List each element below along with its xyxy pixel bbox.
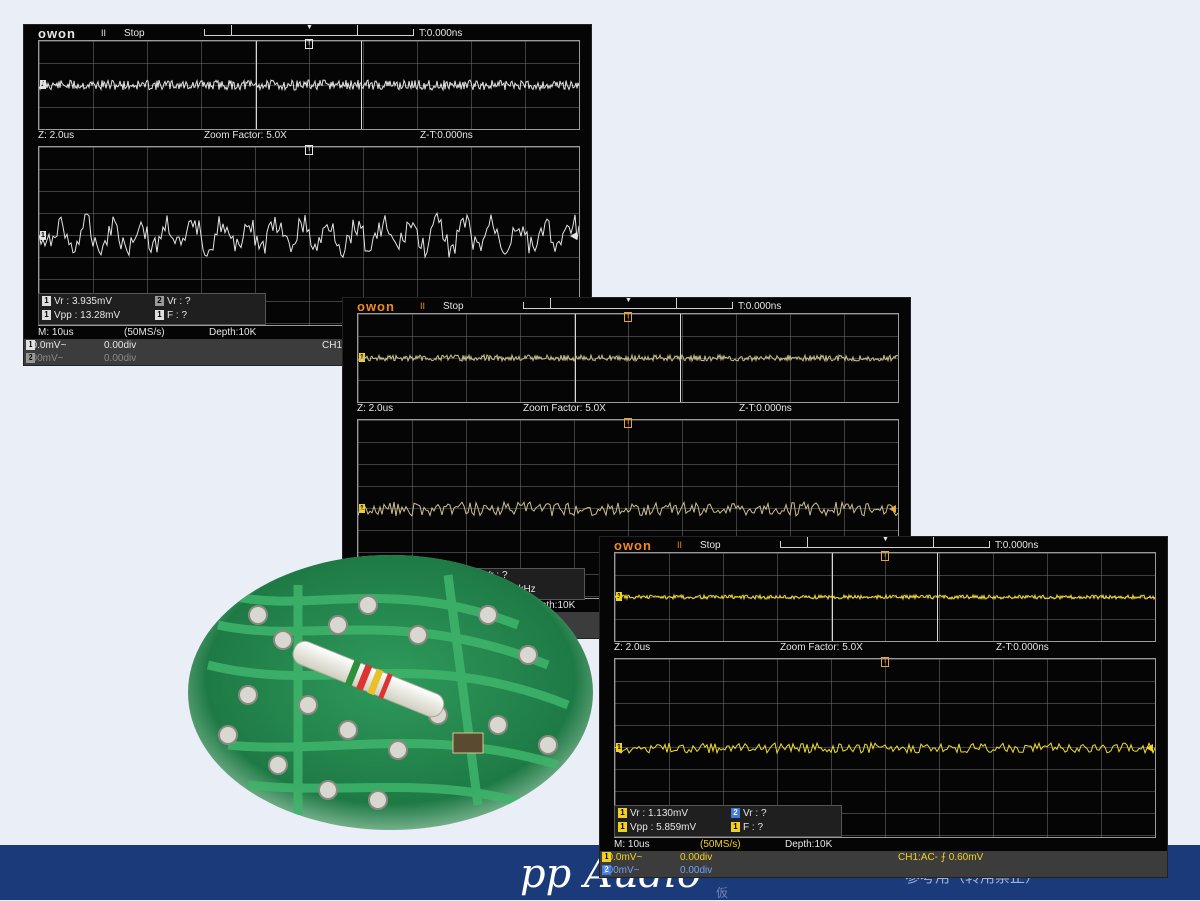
trigger-position-icon: ▼ [625, 298, 632, 304]
signal-path [615, 741, 1155, 755]
run-status: Stop [443, 301, 464, 312]
zoom-trigger-time: Z-T:0.000ns [739, 403, 792, 414]
pcb-photo-illustration [188, 555, 593, 830]
meas-vr-ch2-value: Vr : ? [167, 296, 191, 307]
timebase-position-bar: ▼ [204, 25, 414, 36]
zoom-factor: Zoom Factor: 5.0X [523, 403, 606, 414]
meas-vr-ch2: 2Vr : ? [731, 808, 767, 819]
zoom-timebase: Z: 2.0us [614, 642, 651, 653]
oscilloscope-screen-3: owon II Stop ▼ T:0.000ns T 1 Z: 2.0us Zo… [600, 537, 1167, 877]
ch1-badge: 1 [42, 296, 51, 307]
meas-vpp-ch1: 1 Vpp : 5.859mV [618, 822, 696, 833]
trigger-position-icon: ▼ [882, 537, 889, 543]
ch1-badge: 1 [618, 822, 627, 833]
trigger-position-icon: ▼ [306, 25, 313, 31]
meas-vr-ch1: 1 Vr : 1.130mV [618, 808, 688, 819]
trigger-info: CH1:AC- ⨍ 0.60mV [898, 852, 984, 863]
meas-freq-ch1-value: F : ? [743, 822, 764, 833]
memory-depth: Depth:10K [209, 327, 257, 338]
main-waveform-trace [615, 593, 1155, 601]
memory-depth: Depth:10K [785, 839, 833, 850]
pause-icon: II [101, 28, 107, 38]
pcb-resistor-photo [188, 555, 593, 830]
zoom-window-marker [807, 537, 934, 547]
ch1-offset: 0.00div [680, 852, 713, 863]
zoom-trigger-time: Z-T:0.000ns [420, 130, 473, 141]
ch1-badge: 1 [42, 310, 51, 321]
ch1-scale: 10.0mV~ [602, 852, 643, 863]
zoom-window-marker [231, 25, 358, 35]
meas-vpp-ch1-value: Vpp : 5.859mV [630, 822, 697, 833]
signal-path [358, 353, 898, 363]
ch2-offset: 0.00div [680, 865, 713, 876]
signal-path [39, 78, 579, 92]
zoom-trigger-time: Z-T:0.000ns [996, 642, 1049, 653]
meas-vpp-ch1: 1 Vpp : 13.28mV [42, 310, 120, 321]
ch1-offset: 0.00div [104, 340, 137, 351]
ch2-scale: 100mV~ [602, 865, 640, 876]
meas-vr-ch1-value: Vr : 3.935mV [54, 296, 112, 307]
zoom-info-row: Z: 2.0us Zoom Factor: 5.0X Z-T:0.000ns [38, 130, 578, 144]
main-waveform-trace [358, 353, 898, 363]
zoom-window-marker [550, 298, 677, 308]
zoom-info-row: Z: 2.0us Zoom Factor: 5.0X Z-T:0.000ns [357, 403, 897, 417]
signal-path [39, 211, 579, 259]
meas-freq-ch1-value: F : ? [167, 310, 188, 321]
ch2-badge: 2 [731, 808, 740, 819]
meas-vr-ch2: 2Vr : ? [155, 296, 191, 307]
ch2-scale: 100mV~ [26, 353, 64, 364]
zoom-info-row: Z: 2.0us Zoom Factor: 5.0X Z-T:0.000ns [614, 642, 1154, 656]
main-waveform-grid: T 1 [614, 551, 1156, 642]
ch2-badge: 2 [155, 296, 164, 307]
run-status: Stop [124, 28, 145, 39]
trigger-time: T:0.000ns [419, 28, 463, 39]
timebase-position-bar: ▼ [780, 537, 990, 548]
signal-path [358, 500, 898, 517]
ch1-badge: 1 [155, 310, 164, 321]
ch1-scale: 10.0mV~ [26, 340, 67, 351]
meas-freq-ch1: 1F : ? [731, 822, 763, 833]
timebase-position-bar: ▼ [523, 298, 733, 309]
meas-vr-ch1-value: Vr : 1.130mV [630, 808, 688, 819]
main-timebase: M: 10us [614, 839, 650, 850]
pause-icon: II [677, 540, 683, 550]
meas-vr-ch1: 1 Vr : 3.935mV [42, 296, 112, 307]
channel-settings-strip: 1 10.0mV~ 0.00div 2 100mV~ 0.00div CH1:AC-… [600, 851, 1167, 877]
meas-vpp-ch1-value: Vpp : 13.28mV [54, 310, 121, 321]
trigger-time: T:0.000ns [995, 540, 1039, 551]
ch2-offset: 0.00div [104, 353, 137, 364]
owon-logo: owon [614, 538, 652, 553]
ch1-badge: 1 [731, 822, 740, 833]
main-waveform-trace [39, 78, 579, 92]
sample-rate: (50MS/s) [124, 327, 165, 338]
pause-icon: II [420, 301, 426, 311]
main-timebase: M: 10us [38, 327, 74, 338]
zoom-timebase: Z: 2.0us [38, 130, 75, 141]
ch1-badge: 1 [618, 808, 627, 819]
zoom-timebase: Z: 2.0us [357, 403, 394, 414]
signal-path [615, 593, 1155, 601]
main-waveform-grid: T 1 [38, 39, 580, 130]
run-status: Stop [700, 540, 721, 551]
meas-vr-ch2-value: Vr : ? [743, 808, 767, 819]
sample-rate: (50MS/s) [700, 839, 741, 850]
trigger-time: T:0.000ns [738, 301, 782, 312]
trigger-info: CH1 [322, 340, 343, 351]
meas-freq-ch1: 1F : ? [155, 310, 187, 321]
owon-logo: owon [357, 299, 395, 314]
zoom-factor: Zoom Factor: 5.0X [780, 642, 863, 653]
measurement-panel: 1 Vr : 3.935mV 2 Vr : ? 1 Vpp : 13.28mV 1F … [38, 293, 266, 325]
measurement-panel: 1 Vr : 1.130mV 2 Vr : ? 1 Vpp : 5.859mV 1F … [614, 805, 842, 837]
footer-small-label: 仮 [716, 886, 729, 900]
main-waveform-grid: T 1 [357, 312, 899, 403]
acquisition-info-row: M: 10us (50MS/s) Depth:10K [600, 839, 1167, 851]
zoom-factor: Zoom Factor: 5.0X [204, 130, 287, 141]
owon-logo: owon [38, 26, 76, 41]
